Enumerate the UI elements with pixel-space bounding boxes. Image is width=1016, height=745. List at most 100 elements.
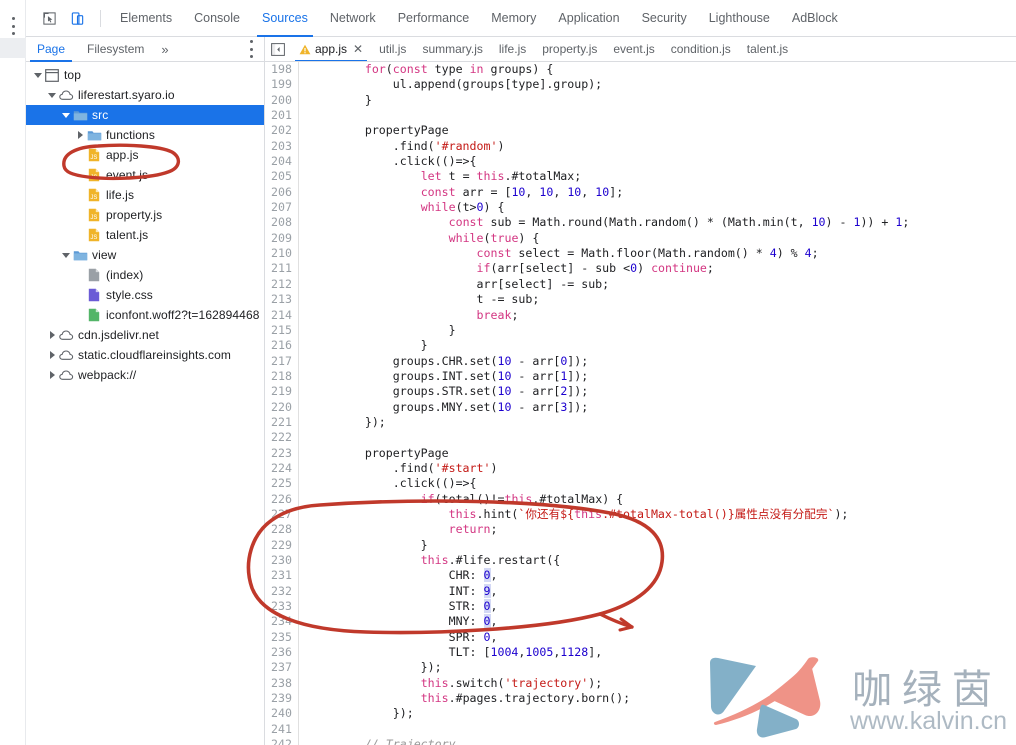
editor-tab-event-js[interactable]: event.js — [605, 37, 662, 61]
browser-menu-kebab-icon[interactable] — [9, 17, 17, 35]
chevron-right-icon[interactable] — [46, 349, 58, 361]
line-number[interactable]: 235 — [265, 629, 299, 646]
tree-item-app-js[interactable]: JS app.js — [26, 145, 264, 165]
line-number[interactable]: 209 — [265, 230, 299, 247]
line-number[interactable]: 212 — [265, 276, 299, 293]
line-number[interactable]: 227 — [265, 506, 299, 523]
line-number[interactable]: 228 — [265, 522, 299, 538]
line-number[interactable]: 237 — [265, 660, 299, 676]
line-number[interactable]: 203 — [265, 138, 299, 155]
line-number[interactable]: 218 — [265, 368, 299, 385]
tree-item-cdn-jsdelivr-net[interactable]: cdn.jsdelivr.net — [26, 325, 264, 345]
line-number[interactable]: 213 — [265, 292, 299, 308]
line-number[interactable]: 222 — [265, 430, 299, 446]
tree-item-style-css[interactable]: style.css — [26, 285, 264, 305]
editor-tab-summary-js[interactable]: summary.js — [414, 37, 490, 61]
line-number[interactable]: 201 — [265, 108, 299, 124]
inspect-element-icon[interactable] — [36, 5, 62, 31]
nav-tab-page[interactable]: Page — [26, 37, 76, 62]
line-number[interactable]: 232 — [265, 583, 299, 600]
svg-text:JS: JS — [90, 155, 97, 161]
line-number[interactable]: 223 — [265, 445, 299, 461]
editor-tab-app-js[interactable]: app.js ✕ — [291, 37, 371, 61]
line-number[interactable]: 239 — [265, 691, 299, 707]
line-number[interactable]: 217 — [265, 353, 299, 369]
line-number[interactable]: 200 — [265, 92, 299, 109]
chevron-right-icon[interactable] — [74, 129, 86, 141]
line-number[interactable]: 206 — [265, 184, 299, 201]
line-number[interactable]: 210 — [265, 246, 299, 262]
line-number[interactable]: 220 — [265, 399, 299, 415]
line-number[interactable]: 241 — [265, 721, 299, 738]
tab-application[interactable]: Application — [547, 0, 630, 37]
tree-item-index[interactable]: (index) — [26, 265, 264, 285]
line-number[interactable]: 215 — [265, 322, 299, 339]
line-number[interactable]: 211 — [265, 261, 299, 277]
tree-item-static-cloudflareinsights-com[interactable]: static.cloudflareinsights.com — [26, 345, 264, 365]
tree-item-liferestart-syaro-io[interactable]: liferestart.syaro.io — [26, 85, 264, 105]
chevron-down-icon[interactable] — [60, 109, 72, 121]
chevron-right-icon[interactable] — [46, 369, 58, 381]
line-number[interactable]: 225 — [265, 476, 299, 492]
line-number[interactable]: 208 — [265, 215, 299, 231]
tree-item-src[interactable]: src — [26, 105, 264, 125]
line-number[interactable]: 204 — [265, 154, 299, 170]
line-number[interactable]: 214 — [265, 307, 299, 323]
line-number[interactable]: 224 — [265, 460, 299, 477]
line-number[interactable]: 221 — [265, 414, 299, 431]
editor-tab-property-js[interactable]: property.js — [534, 37, 605, 61]
chevron-down-icon[interactable] — [32, 69, 44, 81]
collapse-navigator-icon[interactable] — [265, 37, 291, 61]
editor-tab-condition-js[interactable]: condition.js — [663, 37, 739, 61]
device-toolbar-icon[interactable] — [64, 5, 90, 31]
editor-tab-talent-js[interactable]: talent.js — [739, 37, 796, 61]
chevron-down-icon[interactable] — [46, 89, 58, 101]
tree-item-top[interactable]: top — [26, 65, 264, 85]
line-number[interactable]: 199 — [265, 77, 299, 93]
tree-item-event-js[interactable]: JS event.js — [26, 165, 264, 185]
close-icon[interactable]: ✕ — [353, 42, 363, 56]
line-number[interactable]: 233 — [265, 599, 299, 615]
line-number[interactable]: 198 — [265, 62, 299, 78]
tree-item-webpack[interactable]: webpack:// — [26, 365, 264, 385]
line-number[interactable]: 230 — [265, 553, 299, 569]
tab-memory[interactable]: Memory — [480, 0, 547, 37]
line-number[interactable]: 234 — [265, 614, 299, 630]
line-number[interactable]: 229 — [265, 537, 299, 553]
editor-tab-util-js[interactable]: util.js — [371, 37, 414, 61]
tree-item-life-js[interactable]: JS life.js — [26, 185, 264, 205]
tab-security[interactable]: Security — [631, 0, 698, 37]
nav-tab-filesystem[interactable]: Filesystem — [76, 37, 155, 62]
line-number[interactable]: 240 — [265, 706, 299, 722]
editor-tab-life-js[interactable]: life.js — [491, 37, 534, 61]
tab-adblock[interactable]: AdBlock — [781, 0, 849, 37]
navigator-kebab-icon[interactable] — [246, 40, 256, 58]
chevron-right-icon[interactable] — [46, 329, 58, 341]
tab-sources[interactable]: Sources — [251, 0, 319, 37]
chevron-down-icon[interactable] — [60, 249, 72, 261]
line-number[interactable]: 242 — [265, 737, 299, 745]
tree-item-view[interactable]: view — [26, 245, 264, 265]
code-editor[interactable]: 198 for(const type in groups) {199 ul.ap… — [265, 62, 1016, 745]
tree-item-iconfont-woff2-t-162894468[interactable]: iconfont.woff2?t=162894468 — [26, 305, 264, 325]
line-number[interactable]: 205 — [265, 169, 299, 185]
line-number[interactable]: 202 — [265, 123, 299, 139]
tab-network[interactable]: Network — [319, 0, 387, 37]
tab-elements[interactable]: Elements — [109, 0, 183, 37]
editor-vertical-scrollbar[interactable] — [1006, 62, 1016, 745]
tab-lighthouse[interactable]: Lighthouse — [698, 0, 781, 37]
line-number[interactable]: 226 — [265, 491, 299, 507]
line-number[interactable]: 238 — [265, 675, 299, 692]
line-number[interactable]: 207 — [265, 200, 299, 216]
line-number[interactable]: 219 — [265, 384, 299, 400]
line-number[interactable]: 236 — [265, 645, 299, 661]
tree-item-functions[interactable]: functions — [26, 125, 264, 145]
tab-performance[interactable]: Performance — [387, 0, 481, 37]
nav-more-chevron-icon[interactable]: » — [155, 42, 174, 57]
line-number[interactable]: 231 — [265, 568, 299, 584]
tab-console[interactable]: Console — [183, 0, 251, 37]
tree-item-talent-js[interactable]: JS talent.js — [26, 225, 264, 245]
tree-item-property-js[interactable]: JS property.js — [26, 205, 264, 225]
tree-item-label: property.js — [106, 208, 163, 222]
line-number[interactable]: 216 — [265, 338, 299, 354]
